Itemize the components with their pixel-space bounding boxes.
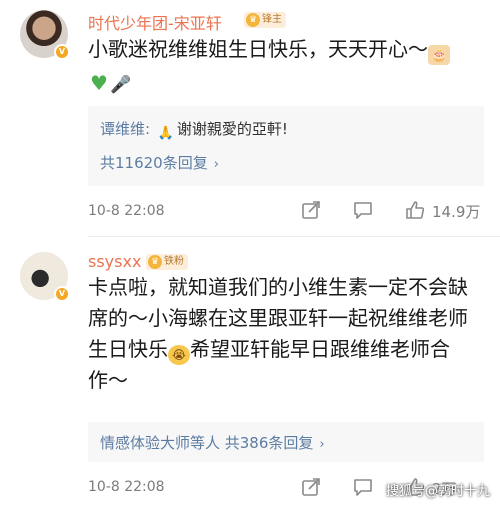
chevron-right-icon: › xyxy=(319,437,325,452)
reply-preview: 谭维维: 🙏 谢谢親愛的亞軒! xyxy=(100,118,288,144)
praying-hands-emoji-icon: 🙏 xyxy=(157,126,174,141)
share-icon[interactable] xyxy=(300,199,322,221)
comment-item: V ssysxx ♛ 铁粉 卡点啦，就知道我们的小维生素一定不会缺 席的～小海螺… xyxy=(0,236,500,506)
comment-icon[interactable] xyxy=(352,199,374,221)
comment-icon[interactable] xyxy=(352,476,374,498)
share-icon[interactable] xyxy=(300,476,322,498)
reply-box[interactable]: 谭维维: 🙏 谢谢親愛的亞軒! 共11620条回复 › xyxy=(88,106,484,186)
reply-author[interactable]: 谭维维: xyxy=(100,120,150,138)
comment-text-line: 作～ xyxy=(88,368,128,392)
comment-text: 小歌迷祝维维姐生日快乐，天天开心～ 🎂 ♥ 🎤 xyxy=(88,34,468,96)
username[interactable]: ssysxx xyxy=(88,252,141,271)
comment-time: 10-8 22:08 xyxy=(88,479,165,495)
fan-badge-label: 铁粉 xyxy=(164,256,184,267)
fan-badge-label: 锋主 xyxy=(262,14,282,25)
comment-text-line: 卡点啦，就知道我们的小维生素一定不会缺 xyxy=(88,275,468,299)
watermark: 搜狐号@鹑时十九 xyxy=(386,484,491,499)
thumbs-up-icon[interactable] xyxy=(404,199,426,221)
birthday-cake-emoji-icon: 🎂 xyxy=(428,45,450,65)
reply-count-label: 共11620条回复 xyxy=(100,154,208,172)
reply-count-link[interactable]: 情感体验大师等人 共386条回复 › xyxy=(100,432,325,453)
comment-text-content: 小歌迷祝维维姐生日快乐，天天开心～ xyxy=(88,37,428,61)
chevron-right-icon: › xyxy=(213,157,219,172)
comment-text-line: 席的～小海螺在这里跟亚轩一起祝维维老师 xyxy=(88,306,468,330)
comment-text-line: 希望亚轩能早日跟维维老师合 xyxy=(190,337,450,361)
reply-summary-label: 情感体验大师等人 共386条回复 xyxy=(100,434,314,452)
comment-text-line: 生日快乐 xyxy=(88,337,168,361)
reply-text: 谢谢親愛的亞軒! xyxy=(176,120,288,138)
comment-text: 卡点啦，就知道我们的小维生素一定不会缺 席的～小海螺在这里跟亚轩一起祝维维老师 … xyxy=(88,272,468,396)
crown-icon: ♛ xyxy=(148,255,162,269)
green-heart-emoji-icon: ♥ xyxy=(90,71,108,95)
reply-count-link[interactable]: 共11620条回复 › xyxy=(100,152,219,173)
crying-face-emoji-icon: 😭 xyxy=(168,345,190,365)
fan-badge[interactable]: ♛ 铁粉 xyxy=(146,254,188,270)
fan-badge[interactable]: ♛ 锋主 xyxy=(244,12,286,28)
verified-badge-icon: V xyxy=(54,286,70,302)
reply-box[interactable]: 情感体验大师等人 共386条回复 › xyxy=(88,422,484,462)
like-count: 14.9万 xyxy=(432,203,481,221)
microphone-emoji-icon: 🎤 xyxy=(110,75,132,95)
comment-item: V 时代少年团-宋亚轩 ♛ 锋主 小歌迷祝维维姐生日快乐，天天开心～ 🎂 ♥ 🎤 谭… xyxy=(0,0,500,236)
username[interactable]: 时代少年团-宋亚轩 xyxy=(88,10,222,34)
verified-badge-icon: V xyxy=(54,44,70,60)
comment-time: 10-8 22:08 xyxy=(88,203,165,219)
crown-icon: ♛ xyxy=(246,13,260,27)
